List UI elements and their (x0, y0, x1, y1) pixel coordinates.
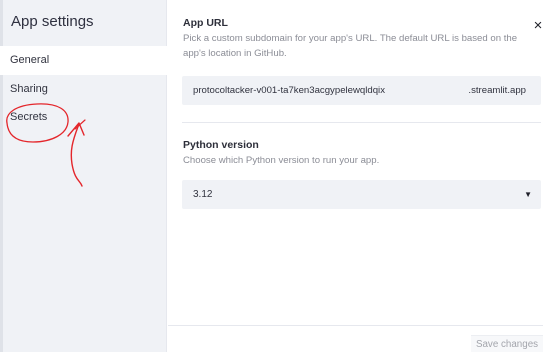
sidebar-item-general[interactable]: General (0, 46, 167, 75)
python-version-select[interactable]: 3.12 ▼ (182, 180, 541, 209)
app-settings-dialog: App settings General Sharing Secrets App… (0, 0, 543, 352)
python-version-help-text: Choose which Python version to run your … (183, 155, 380, 166)
app-url-heading: App URL (183, 17, 228, 29)
subdomain-input[interactable]: protocoltacker-v001-ta7ken3acgypelewqldq… (193, 76, 385, 105)
red-arrow-annotation (67, 122, 85, 187)
sidebar-item-label: Secrets (10, 111, 48, 123)
save-changes-button[interactable]: Save changes (471, 335, 543, 352)
close-icon[interactable]: × (533, 18, 543, 33)
sidebar-item-label: General (10, 54, 50, 66)
sidebar-item-label: Sharing (10, 83, 48, 95)
app-url-field[interactable]: protocoltacker-v001-ta7ken3acgypelewqldq… (182, 76, 541, 105)
sidebar-item-sharing[interactable]: Sharing (0, 75, 167, 104)
python-version-value: 3.12 (193, 189, 213, 200)
app-url-help-text: Pick a custom subdomain for your app's U… (183, 33, 518, 59)
section-divider (182, 122, 541, 123)
chevron-down-icon[interactable]: ▼ (524, 180, 532, 209)
settings-main-panel: App URL Pick a custom subdomain for your… (168, 0, 543, 352)
settings-sidebar: App settings General Sharing Secrets (0, 0, 167, 352)
dialog-title: App settings (11, 13, 94, 30)
footer-divider (168, 325, 543, 326)
sidebar-item-secrets[interactable]: Secrets (0, 103, 167, 132)
python-version-heading: Python version (183, 139, 259, 151)
domain-suffix: .streamlit.app (468, 85, 526, 96)
